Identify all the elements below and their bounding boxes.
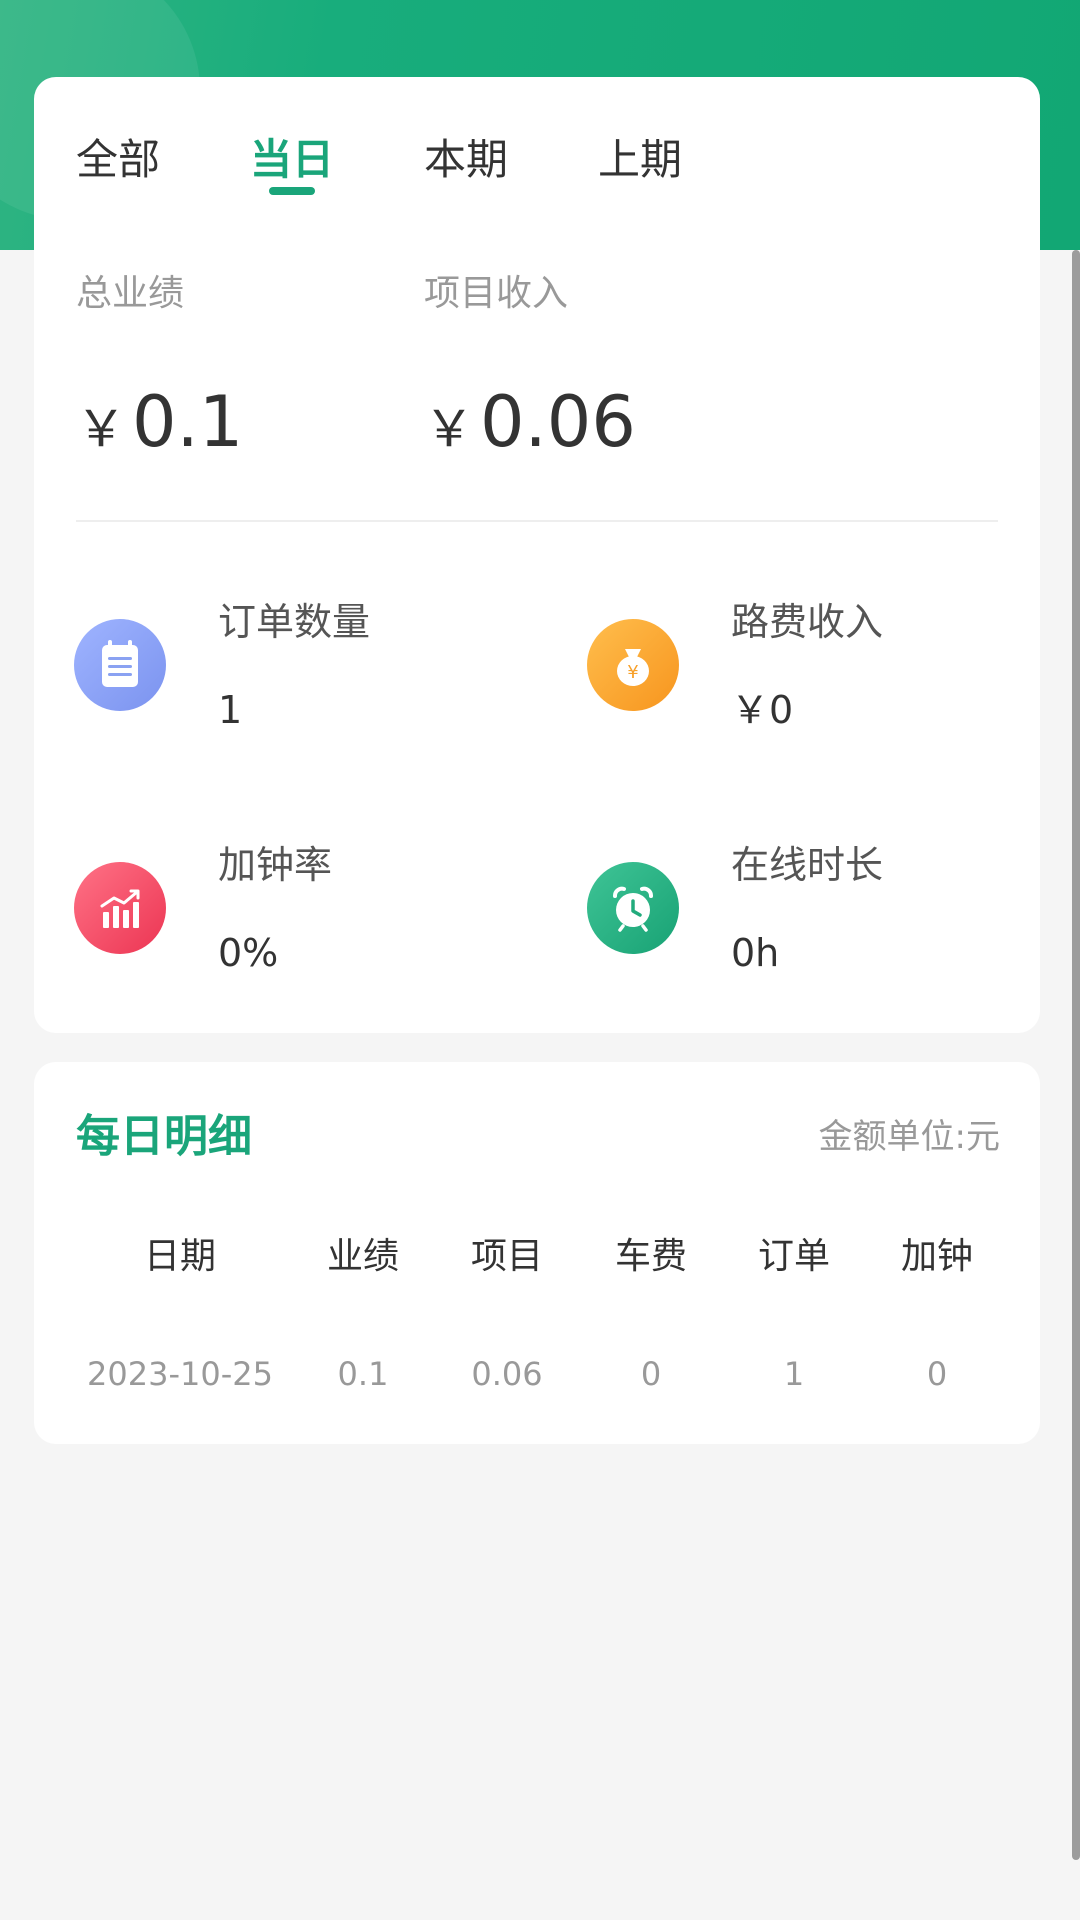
daily-detail-title: 每日明细 [76, 1111, 252, 1162]
project-income-label: 项目收入 [424, 273, 569, 314]
currency-symbol: ￥ [76, 400, 126, 458]
cell-project: 0.06 [471, 1355, 543, 1393]
cell-orders: 1 [783, 1355, 805, 1393]
column-header-project: 项目 [470, 1236, 544, 1277]
total-performance-label: 总业绩 [76, 273, 185, 314]
travel-income-label: 路费收入 [731, 600, 884, 644]
column-header-overtime: 加钟 [900, 1236, 974, 1277]
total-performance-amount: 0.1 [132, 381, 244, 463]
tab-current-period[interactable]: 本期 [424, 132, 508, 188]
amount-unit-note: 金额单位:元 [818, 1117, 1000, 1157]
daily-detail-card: 每日明细 金额单位:元 日期 业绩 项目 车费 订单 加钟 2023-10-25… [34, 1062, 1040, 1444]
alarm-clock-icon [587, 862, 679, 954]
active-tab-indicator [269, 187, 315, 195]
cell-car-fee: 0 [640, 1355, 662, 1393]
tab-today[interactable]: 当日 [250, 132, 334, 188]
calendar-list-icon [74, 619, 166, 711]
travel-income-value: ￥0 [731, 688, 794, 732]
overtime-rate-label: 加钟率 [218, 843, 333, 887]
svg-text:¥: ¥ [627, 662, 638, 683]
column-header-date: 日期 [143, 1236, 217, 1277]
total-performance-value: ￥0.1 [76, 377, 243, 474]
overtime-rate-value: 0% [218, 931, 279, 975]
divider [76, 520, 998, 522]
order-count-value: 1 [218, 688, 243, 732]
column-header-car-fee: 车费 [614, 1236, 688, 1277]
scrollbar[interactable] [1072, 250, 1080, 1860]
column-header-orders: 订单 [757, 1236, 831, 1277]
cell-date: 2023-10-25 [87, 1355, 273, 1393]
currency-symbol: ￥ [424, 400, 474, 458]
money-bag-icon: ¥ [587, 619, 679, 711]
online-duration-label: 在线时长 [731, 843, 884, 887]
cell-performance: 0.1 [337, 1355, 389, 1393]
project-income-value: ￥0.06 [424, 377, 636, 474]
performance-card: 全部 当日 本期 上期 总业绩 ￥0.1 项目收入 ￥0.06 订单数量 1 ¥… [34, 77, 1040, 1033]
online-duration-value: 0h [731, 931, 780, 975]
tab-previous-period[interactable]: 上期 [598, 132, 682, 188]
bar-chart-icon [74, 862, 166, 954]
project-income-amount: 0.06 [480, 381, 636, 463]
cell-overtime: 0 [926, 1355, 948, 1393]
column-header-performance: 业绩 [326, 1236, 400, 1277]
tab-all[interactable]: 全部 [76, 132, 160, 188]
order-count-label: 订单数量 [218, 600, 371, 644]
